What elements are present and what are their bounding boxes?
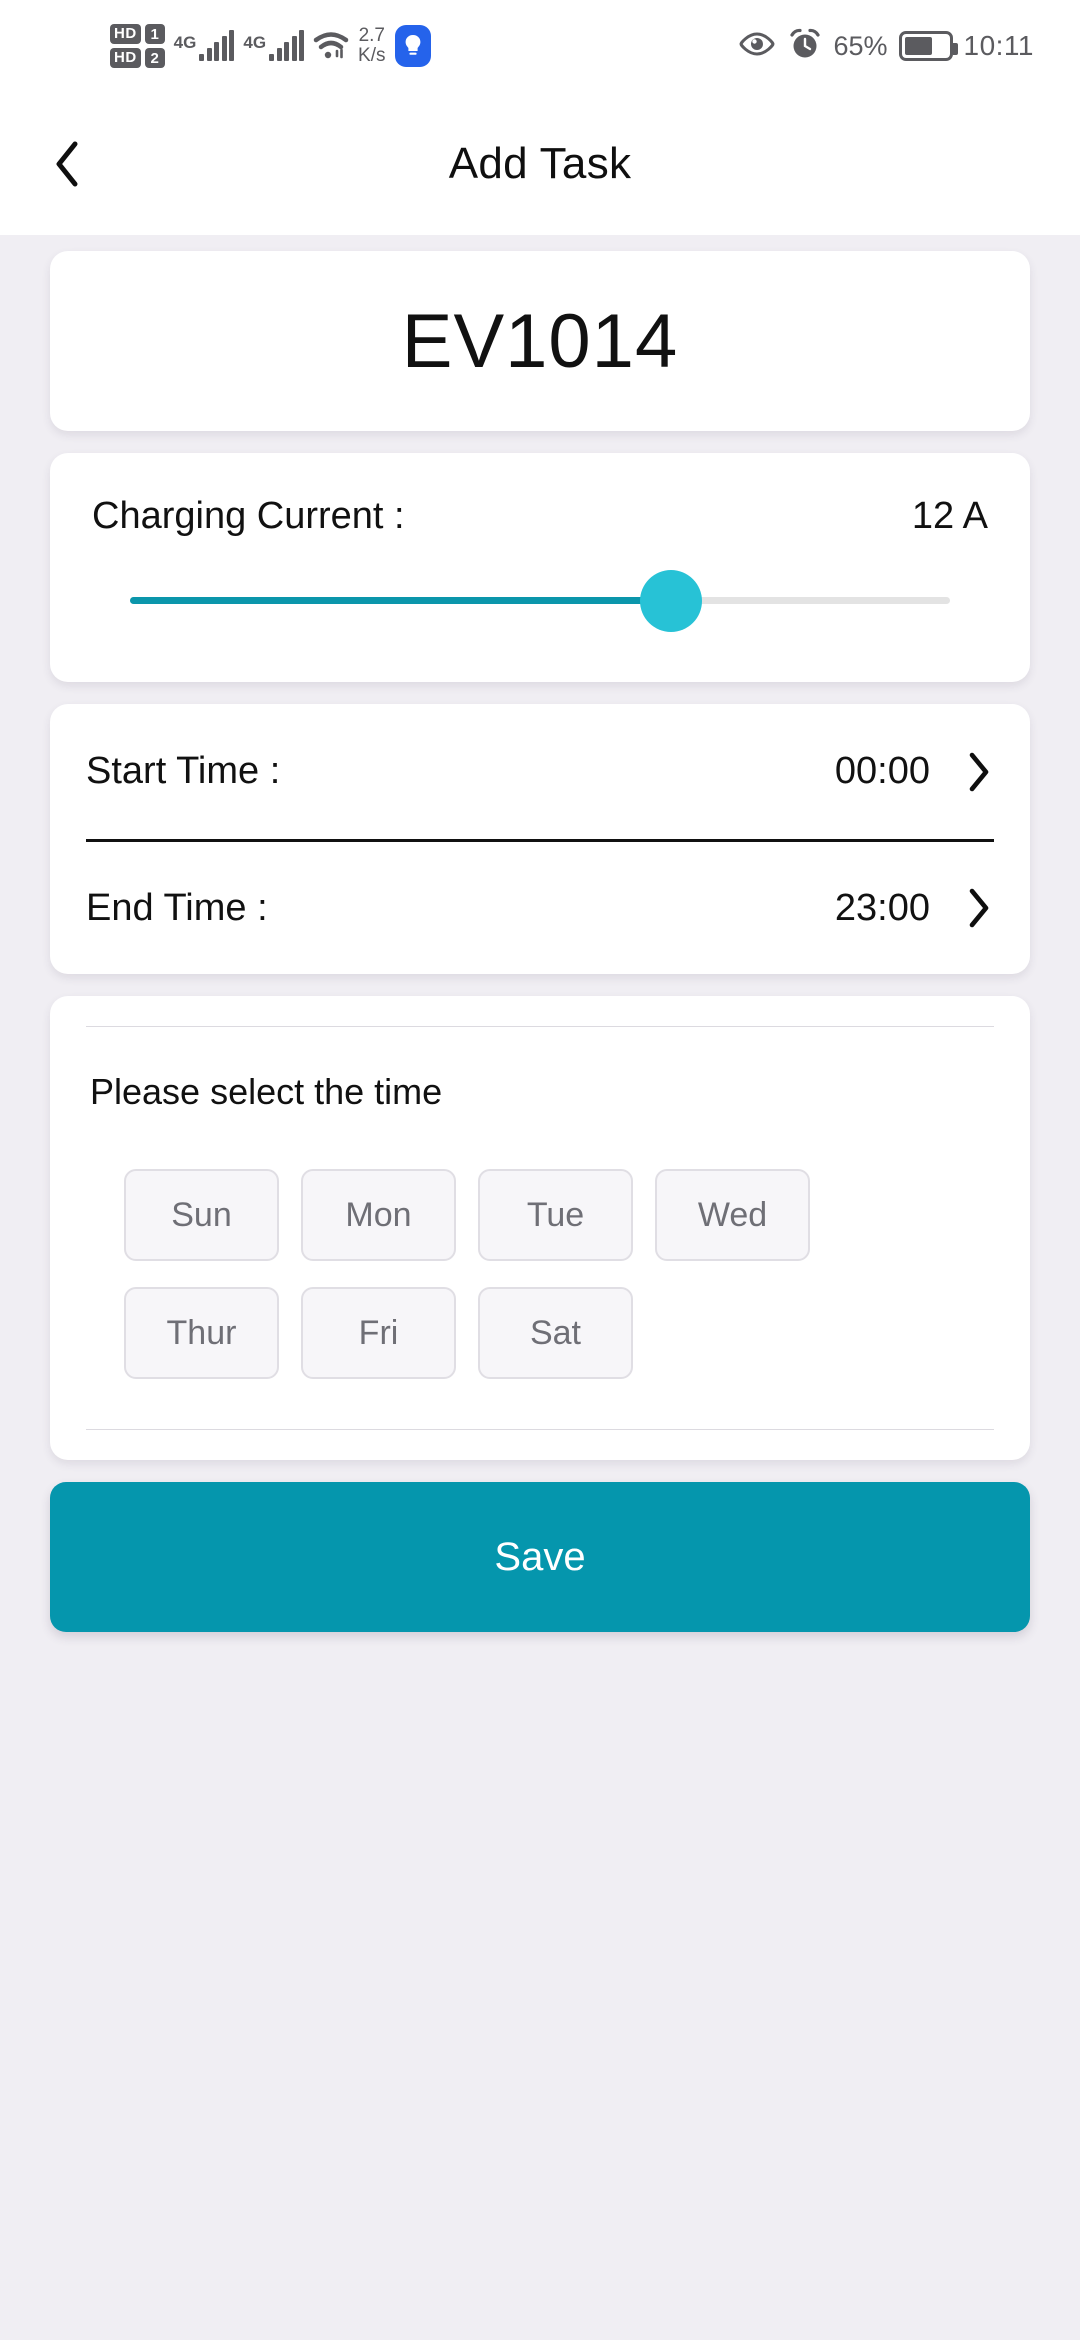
chevron-right-icon [968, 888, 990, 928]
day-picker-card: Please select the time Sun Mon Tue Wed T… [50, 996, 1030, 1460]
day-chip-thur[interactable]: Thur [124, 1287, 279, 1379]
back-button[interactable] [12, 109, 122, 219]
device-name-label: EV1014 [401, 298, 679, 384]
battery-icon [898, 31, 958, 61]
day-chip-sun[interactable]: Sun [124, 1169, 279, 1261]
app-bar: Add Task [0, 92, 1080, 235]
start-time-value: 00:00 [834, 750, 930, 792]
status-bar-right: 65% 10:11 [737, 27, 1034, 66]
hd-badge-icon: HD [110, 48, 141, 68]
wifi-icon [313, 31, 349, 61]
status-clock: 10:11 [963, 30, 1034, 61]
sim2-hd-row: HD 2 [110, 48, 165, 68]
signal-bars-icon [269, 30, 305, 61]
day-chip-tue[interactable]: Tue [478, 1169, 633, 1261]
day-chip-row: Thur Fri Sat [124, 1287, 994, 1379]
slider-fill [130, 597, 672, 604]
divider-bottom [86, 1429, 994, 1430]
day-picker-hint: Please select the time [90, 1071, 443, 1112]
network-speed-value: 2.7 [358, 25, 385, 47]
sim1-hd-row: HD 1 [110, 24, 165, 44]
start-time-label: Start Time : [86, 750, 281, 792]
network-type-label: 4G [243, 33, 267, 52]
main-content: EV1014 Charging Current : 12 A Start Tim… [0, 251, 1080, 1632]
status-bar-left: HD 1 HD 2 4G 4G 2.7 K/s [110, 24, 431, 68]
device-name-card: EV1014 [50, 251, 1030, 431]
sim1-signal-indicator: 4G [173, 30, 235, 61]
charging-current-card: Charging Current : 12 A [50, 453, 1030, 682]
slider-thumb[interactable] [640, 570, 703, 632]
bulb-icon [394, 25, 431, 67]
day-chip-fri[interactable]: Fri [301, 1287, 456, 1379]
end-time-value: 23:00 [834, 886, 930, 929]
day-chip-mon[interactable]: Mon [301, 1169, 456, 1261]
day-chip-row: Sun Mon Tue Wed [124, 1169, 994, 1261]
signal-bars-icon [199, 30, 235, 61]
charging-current-value: 12 A [911, 495, 988, 537]
hd-badge-icon: HD [110, 24, 141, 44]
sim2-number-icon: 2 [144, 48, 165, 68]
chevron-right-icon [968, 752, 990, 792]
time-settings-card: Start Time : 00:00 End Time : 23:00 [50, 704, 1030, 974]
status-bar: HD 1 HD 2 4G 4G 2.7 K/s 65% 10:11 [0, 0, 1080, 92]
alarm-icon [788, 27, 822, 66]
day-chip-sat[interactable]: Sat [478, 1287, 633, 1379]
page-title: Add Task [448, 138, 632, 188]
day-chip-group: Sun Mon Tue Wed Thur Fri Sat [86, 1169, 994, 1379]
charging-current-row: Charging Current : 12 A [92, 495, 988, 538]
day-chip-wed[interactable]: Wed [655, 1169, 810, 1261]
charging-current-label: Charging Current : [92, 495, 405, 537]
chevron-left-icon [54, 141, 80, 187]
dual-sim-hd-indicator: HD 1 HD 2 [110, 24, 165, 68]
network-type-label: 4G [173, 33, 197, 52]
sim1-number-icon: 1 [144, 24, 165, 44]
network-speed-indicator: 2.7 K/s [358, 26, 385, 66]
divider-top [86, 1026, 994, 1027]
battery-percent-label: 65% [833, 30, 888, 61]
end-time-row[interactable]: End Time : 23:00 [86, 839, 994, 974]
sim2-signal-indicator: 4G [243, 30, 305, 61]
charging-current-slider[interactable] [92, 564, 988, 634]
network-speed-unit: K/s [358, 45, 386, 66]
save-button[interactable]: Save [50, 1482, 1030, 1632]
battery-fill [904, 37, 932, 55]
start-time-row[interactable]: Start Time : 00:00 [86, 704, 994, 839]
eye-comfort-icon [737, 30, 777, 63]
end-time-label: End Time : [86, 886, 268, 929]
